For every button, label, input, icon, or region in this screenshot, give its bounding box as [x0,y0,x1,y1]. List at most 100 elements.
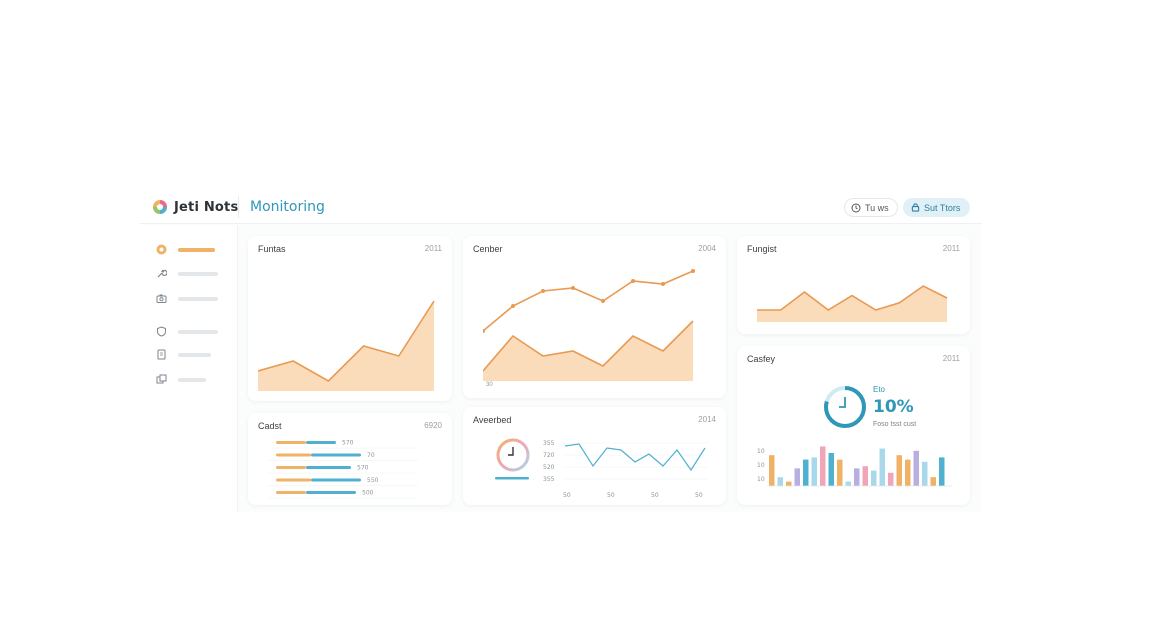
camera-icon [156,294,167,303]
series-line [564,443,706,472]
layers-icon [156,374,167,384]
data-point [571,286,575,290]
bar [871,470,877,486]
bar-value-label: 70 [367,452,375,459]
gauge-subtitle: Foso tsst cust [873,421,917,428]
sidebar-item-security[interactable] [156,326,236,338]
bar-secondary [276,441,306,444]
primary-action-button[interactable]: Sut Ttors [903,198,971,217]
bar-value-label: 500 [362,490,374,497]
bar-primary [306,466,351,469]
chart-card-cadst: Cadst 6920 570 70 570 550 500 [248,413,452,505]
sidebar-item-overview[interactable] [156,244,236,256]
bar-chart-cadst: 570 70 570 550 500 [268,440,418,499]
x-tick-label: 50 [651,492,659,499]
gauge-value: 10% [873,397,914,417]
series-area [757,286,947,322]
x-tick-label: 50 [695,492,703,499]
x-tick-label: 50 [607,492,615,499]
card-meta: 2004 [698,244,716,253]
sidebar-item-label [178,297,218,301]
card-title: Casfey [747,354,776,364]
time-range-button[interactable]: Tu ws [844,198,898,217]
circle-dot-icon [156,244,167,255]
document-icon [157,349,166,360]
bar [879,448,885,486]
shield-icon [157,326,166,337]
chart-card-aveerbed: Aveerbed 2014 355 720 520 355 50 50 50 50 [463,407,726,505]
y-tick-label: 720 [543,452,555,459]
sidebar-item-label [178,330,218,334]
card-meta: 2011 [424,244,442,253]
bar [828,453,834,486]
time-range-label: Tu ws [865,202,889,213]
area-chart-funtas [258,300,435,391]
x-tick-label: 50 [563,492,571,499]
bar [939,457,945,486]
data-point [511,304,515,308]
sidebar-item-label [178,248,215,252]
app-logo-icon [153,200,167,214]
lock-icon [911,203,920,212]
bar [922,461,928,486]
bar [794,468,800,486]
sidebar-item-documents[interactable] [156,349,236,361]
card-meta: 2011 [942,354,960,363]
data-point [691,269,695,273]
page-title: Monitoring [250,199,325,215]
primary-action-label: Sut Ttors [924,202,961,213]
top-header: Jeti Nots Monitoring Tu ws Sut Ttors [140,190,982,224]
y-tick-label: 520 [543,464,555,471]
chart-card-cenber: Cenber 2004 30 [463,236,726,398]
bar [786,481,792,486]
bar-primary [311,478,361,482]
bar [811,457,817,486]
sidebar-item-tools[interactable] [156,268,236,280]
bar [769,455,775,486]
card-title: Fungist [747,244,777,254]
bar [803,459,809,486]
sidebar-item-layers[interactable] [156,374,236,386]
bar-secondary [276,491,306,494]
card-title: Funtas [258,244,286,254]
chart-card-fungist: Fungist 2011 [737,236,970,334]
bar-chart-casfey: 10 10 10 [757,446,952,487]
card-title: Aveerbed [473,415,512,425]
card-title: Cenber [473,244,503,254]
y-tick-label: 355 [543,440,555,447]
data-point [541,289,545,293]
sidebar-item-label [178,378,206,382]
data-point [661,282,665,286]
bar [888,472,894,486]
sidebar-item-camera[interactable] [156,293,236,305]
y-tick-label: 10 [757,462,765,469]
percent-gauge-ring [824,386,866,428]
sidebar-item-label [178,353,211,357]
bar [896,455,902,486]
bar [854,468,860,486]
axis-tick: 30 [486,382,493,388]
chart-card-casfey: Casfey 2011 10 10 10 [737,346,970,505]
bar-secondary [276,466,306,469]
card-meta: 2011 [942,244,960,253]
card-meta: 2014 [698,415,716,424]
bar [905,459,911,486]
y-tick-label: 355 [543,476,555,483]
bar-value-label: 550 [367,477,379,484]
bar-secondary [276,478,311,482]
bar-value-label: 570 [342,440,354,447]
bar [913,450,919,486]
bar-secondary [276,453,311,457]
sidebar-item-label [178,272,218,276]
bar [845,481,851,486]
gauge-top-label: Eto [873,385,886,394]
y-tick-label: 10 [757,448,765,455]
y-tick-label: 10 [757,476,765,483]
line-chart-cenber [483,269,695,381]
wrench-icon [157,269,167,278]
bar-value-label: 570 [357,465,369,472]
data-point [601,299,605,303]
bar-primary [311,453,361,457]
series-a-line [483,270,694,332]
bar [930,477,936,486]
